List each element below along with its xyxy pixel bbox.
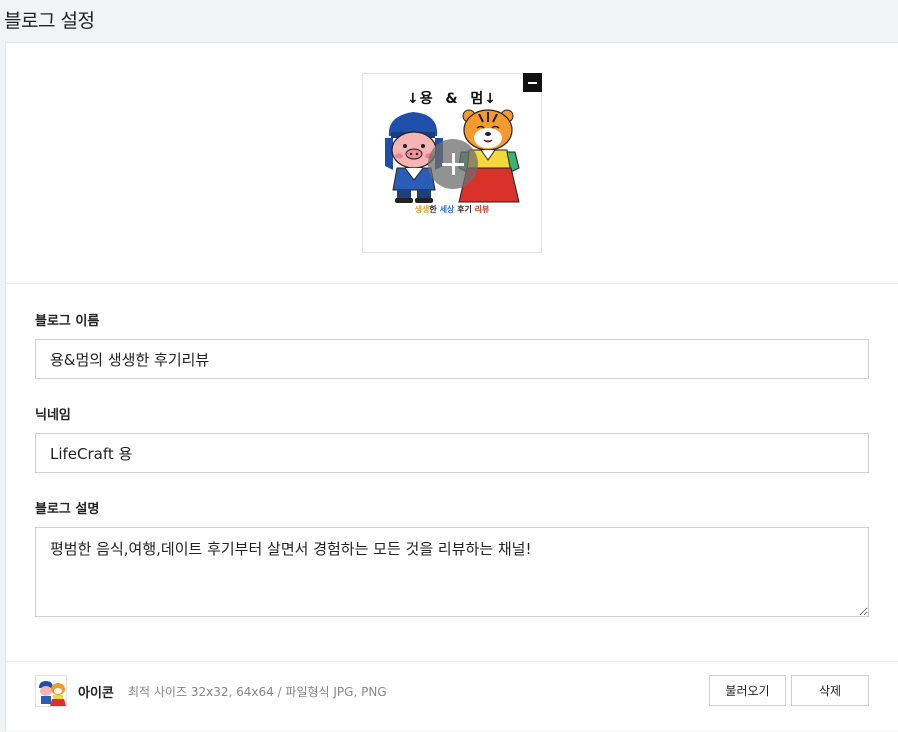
blog-description-textarea[interactable]: 평범한 음식,여행,데이트 후기부터 살면서 경험하는 모든 것을 리뷰하는 채… (35, 527, 869, 617)
caption-part-3: 세상 (439, 205, 455, 214)
load-icon-button[interactable]: 불러오기 (709, 675, 786, 706)
icon-size-hint: 최적 사이즈 32x32, 64x64 / 파일형식 JPG, PNG (128, 685, 387, 699)
blog-icon-image (36, 676, 66, 706)
profile-image-section: ↓용 & 멈↓ 생생한 세상 후기 리뷰 (6, 43, 898, 284)
remove-image-button[interactable] (523, 73, 542, 92)
blog-description-group: 블로그 설명 평범한 음식,여행,데이트 후기부터 살면서 경험하는 모든 것을… (35, 501, 869, 617)
blog-icon-thumbnail (35, 675, 67, 707)
nickname-input[interactable] (35, 433, 869, 473)
settings-panel: ↓용 & 멈↓ 생생한 세상 후기 리뷰 블로그 이름 용&멈의 생생한 후기리… (5, 42, 898, 731)
blog-name-label: 블로그 이름 (35, 314, 100, 329)
caption-part-2: 한 (429, 205, 440, 214)
caption-part-4: 후기 (454, 205, 475, 214)
profile-image[interactable]: ↓용 & 멈↓ 생생한 세상 후기 리뷰 (362, 73, 542, 253)
icon-settings-row: 아이콘 최적 사이즈 32x32, 64x64 / 파일형식 JPG, PNG … (6, 661, 898, 732)
blog-description-label: 블로그 설명 (35, 502, 100, 517)
blog-name-group: 블로그 이름 (35, 313, 869, 379)
blog-name-input[interactable] (35, 339, 869, 379)
minus-icon (528, 81, 537, 84)
logo-title-text: ↓용 & 멈↓ (407, 91, 497, 107)
nickname-group: 닉네임 (35, 407, 869, 473)
delete-icon-button[interactable]: 삭제 (791, 675, 869, 706)
icon-label: 아이콘 (78, 686, 114, 701)
caption-part-5: 리뷰 (474, 205, 490, 214)
add-image-button[interactable] (428, 139, 478, 189)
page-header: 블로그 설정 (0, 0, 898, 42)
nickname-label: 닉네임 (35, 408, 71, 423)
page-title: 블로그 설정 (4, 10, 95, 32)
caption-part-1: 생생 (414, 205, 430, 214)
logo-caption: 생생한 세상 후기 리뷰 (363, 204, 541, 215)
plus-icon-vertical (451, 153, 455, 175)
